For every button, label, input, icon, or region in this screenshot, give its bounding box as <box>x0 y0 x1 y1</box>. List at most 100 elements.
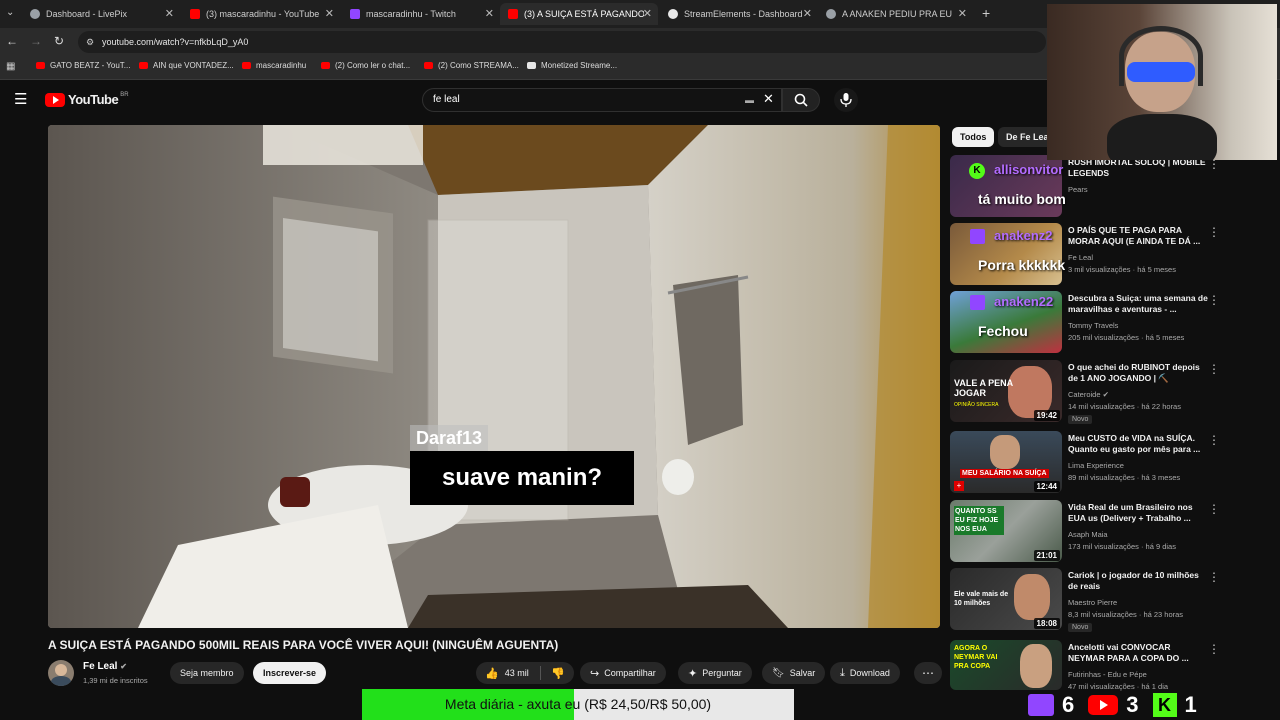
more-actions-button[interactable]: ⋯ <box>914 662 942 684</box>
recommendation-channel: Tommy Travels <box>1068 321 1119 330</box>
ask-button[interactable]: ✦ Perguntar <box>678 662 752 684</box>
bookmark-label: Monetized Streame... <box>541 61 618 70</box>
recommendation-channel: Lima Experience <box>1068 461 1124 470</box>
more-vert-icon[interactable]: ⋮ <box>1208 502 1220 516</box>
chat-username: anakenz2 <box>994 228 1053 243</box>
document-icon <box>527 62 536 69</box>
recommendation-item[interactable]: MEU SALÁRIO NA SUÍÇA + 12:44 Meu CUSTO d… <box>950 431 1275 495</box>
download-icon: ⤓ <box>840 666 845 679</box>
tab-label: (3) mascaradinhu - YouTube <box>206 9 320 19</box>
back-icon[interactable]: ← <box>6 34 18 48</box>
bookmark-icon: 🔖︎ <box>772 667 785 679</box>
close-icon[interactable]: ✕ <box>325 7 334 20</box>
more-vert-icon[interactable]: ⋮ <box>1208 293 1220 307</box>
recommendation-item[interactable]: Ele vale mais de 10 milhões 18:08 Cariok… <box>950 568 1275 632</box>
more-vert-icon[interactable]: ⋮ <box>1208 362 1220 376</box>
bookmark-item[interactable]: (2) Como ler o chat... <box>321 61 410 70</box>
url-field[interactable]: ⚙ youtube.com/watch?v=nfkbLqD_yA0 <box>78 31 1046 53</box>
tab-list-chevron-icon[interactable]: ⌄ <box>6 7 14 18</box>
twitch-count: 6 <box>1062 692 1075 717</box>
more-vert-icon[interactable]: ⋮ <box>1208 642 1220 656</box>
globe-icon <box>826 9 836 19</box>
logo-text: YouTube <box>68 92 119 107</box>
tab-label: A ANAKEN PEDIU PRA EU TE PE <box>842 9 952 19</box>
channel-name-text: Fe Leal <box>83 661 118 672</box>
twitch-icon <box>970 229 985 244</box>
video-title: A SUIÇA ESTÁ PAGANDO 500MIL REAIS PARA V… <box>48 638 559 652</box>
recommendation-title: Cariok | o jogador de 10 milhões de reai… <box>1068 570 1199 591</box>
tab-livepix[interactable]: Dashboard - LivePix ✕ <box>22 3 180 25</box>
tab-anaken[interactable]: A ANAKEN PEDIU PRA EU TE PE ✕ <box>818 3 973 25</box>
youtube-icon <box>190 9 200 19</box>
recommendation-channel: Pears <box>1068 185 1088 194</box>
video-player[interactable]: Daraf13 suave manin? <box>48 125 940 628</box>
bookmark-item[interactable]: mascaradinhu <box>242 61 306 70</box>
thumbnail-text: MEU SALÁRIO NA SUÍÇA <box>960 469 1049 478</box>
recommendation-meta: 89 mil visualizações · há 3 meses <box>1068 473 1181 482</box>
new-tab-button[interactable]: + <box>982 5 990 21</box>
tab-streamelements[interactable]: StreamElements - Dashboard ✕ <box>660 3 818 25</box>
close-icon[interactable]: ✕ <box>485 7 494 20</box>
apps-grid-icon[interactable]: ▦ <box>6 61 15 72</box>
headset-icon <box>1119 26 1203 86</box>
bookmark-item[interactable]: (2) Como STREAMA... <box>424 61 519 70</box>
bookmark-item[interactable]: GATO BEATZ - YouT... <box>36 61 130 70</box>
keyboard-icon[interactable]: ▬ <box>745 89 754 111</box>
recommendation-meta: 14 mil visualizações · há 22 horas <box>1068 402 1181 411</box>
clear-icon[interactable]: ✕ <box>763 88 774 110</box>
duration-badge: 12:44 <box>1033 481 1060 492</box>
youtube-icon <box>242 62 251 69</box>
like-button[interactable]: 👍 43 mil <box>476 662 540 684</box>
voice-search-button[interactable] <box>834 88 858 112</box>
youtube-icon <box>508 9 518 19</box>
more-vert-icon[interactable]: ⋮ <box>1208 570 1220 584</box>
menu-icon[interactable]: ☰ <box>14 90 27 108</box>
youtube-logo[interactable]: YouTube BR <box>45 92 129 107</box>
channel-avatar[interactable] <box>48 660 74 686</box>
download-button[interactable]: ⤓ Download <box>830 662 900 684</box>
thumbnail-face <box>1020 644 1052 688</box>
bookmark-label: (2) Como STREAMA... <box>438 61 519 70</box>
tab-youtube-channel[interactable]: (3) mascaradinhu - YouTube ✕ <box>182 3 340 25</box>
recommendation-channel: Cateroide ✔ <box>1068 390 1109 399</box>
search-input[interactable]: fe leal ▬ ✕ <box>422 88 782 112</box>
chip-label: De Fe Leal <box>1006 132 1052 142</box>
youtube-icon <box>424 62 433 69</box>
url-text: youtube.com/watch?v=nfkbLqD_yA0 <box>102 37 249 47</box>
dislike-button[interactable]: 👎 <box>542 662 574 684</box>
bookmark-item[interactable]: Monetized Streame... <box>527 61 617 70</box>
save-button[interactable]: 🔖︎ Salvar <box>762 662 826 684</box>
search-button[interactable] <box>782 88 820 112</box>
chip-all[interactable]: Todos <box>952 127 995 147</box>
site-info-icon[interactable]: ⚙ <box>86 31 94 53</box>
verified-icon: ✔ <box>1102 390 1109 399</box>
recommendation-item[interactable]: VALE A PENA JOGAR OPINIÃO SINCERA 19:42 … <box>950 360 1275 424</box>
close-icon[interactable]: ✕ <box>958 7 967 20</box>
thumbnail-text: AGORA O NEYMAR VAI PRA COPA <box>954 645 998 670</box>
alert-username-box: Daraf13 <box>410 425 489 452</box>
channel-name[interactable]: Fe Leal ✔ <box>83 661 127 672</box>
tab-twitch[interactable]: mascaradinhu - Twitch ✕ <box>342 3 500 25</box>
join-button[interactable]: Seja membro <box>170 662 244 684</box>
recommendation-item[interactable]: QUANTO SS EU FIZ HOJE NOS EUA 21:01 Vida… <box>950 500 1275 564</box>
recommendation-title: RUSH IMORTAL SOLOQ | MOBILE LEGENDS <box>1068 157 1206 178</box>
close-icon[interactable]: ✕ <box>803 7 812 20</box>
kick-icon: K <box>969 163 985 179</box>
forward-icon[interactable]: → <box>30 34 42 48</box>
kick-count: 1 <box>1184 692 1197 717</box>
more-vert-icon[interactable]: ⋮ <box>1208 225 1220 239</box>
close-icon[interactable]: ✕ <box>165 7 174 20</box>
share-button[interactable]: ↪ Compartilhar <box>580 662 666 684</box>
more-vert-icon[interactable]: ⋮ <box>1208 433 1220 447</box>
duration-badge: 21:01 <box>1033 550 1060 561</box>
tab-youtube-video[interactable]: (3) A SUIÇA ESTÁ PAGANDO 50 ✕ <box>500 3 658 25</box>
bookmark-item[interactable]: AIN que VONTADEZ... <box>139 61 234 70</box>
new-badge: Novo <box>1068 623 1093 632</box>
close-icon[interactable]: ✕ <box>643 7 652 20</box>
recommendation-meta: 3 mil visualizações · há 5 meses <box>1068 265 1176 274</box>
recommendation-channel: Futirinhas - Edu e Pépe <box>1068 670 1147 679</box>
subscribe-button[interactable]: Inscrever-se <box>253 662 327 684</box>
reload-icon[interactable]: ↻ <box>54 34 64 48</box>
recommendation-title: O PAÍS QUE TE PAGA PARA MORAR AQUI (E AI… <box>1068 225 1201 246</box>
chat-username: allisonvitor <box>994 162 1064 177</box>
